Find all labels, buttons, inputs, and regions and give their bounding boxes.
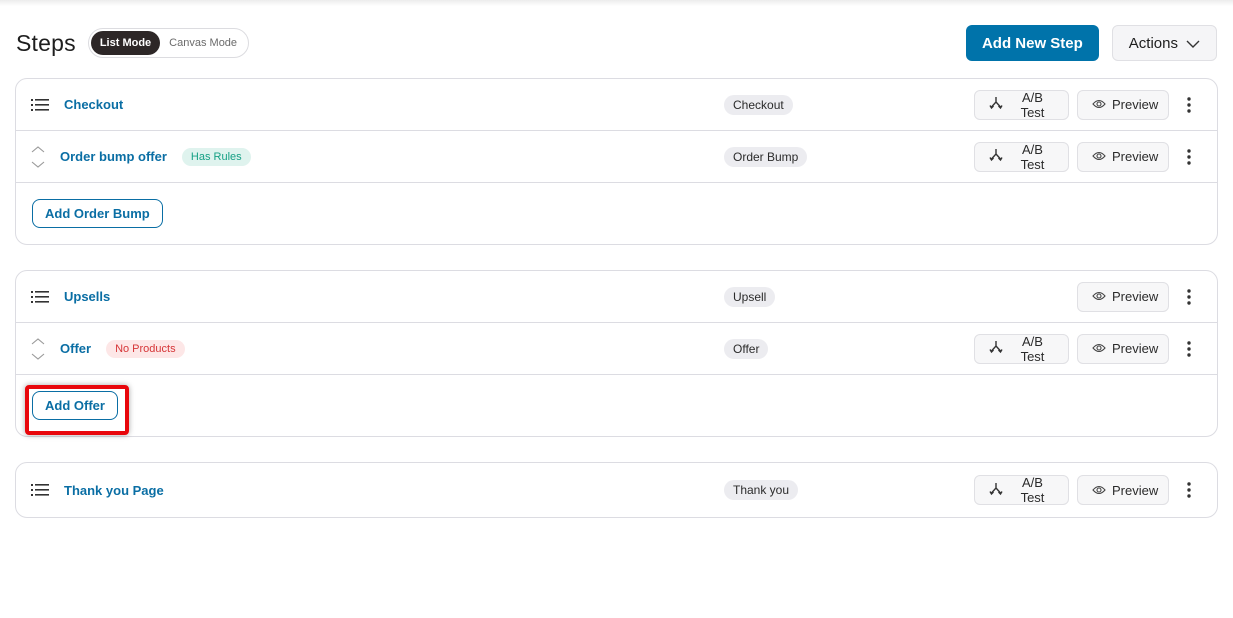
add-row: Add Offer — [16, 375, 1217, 436]
step-type-pill: Thank you — [724, 480, 799, 500]
step-row-thank-you: Thank you Page Thank you A/B Test Previe… — [16, 463, 1217, 517]
preview-button[interactable]: Preview — [1077, 141, 1169, 172]
actions-dropdown-button[interactable]: Actions — [1111, 25, 1217, 61]
drag-list-icon[interactable] — [16, 290, 64, 304]
page-header: Steps List Mode Canvas Mode Add New Step… — [16, 25, 1217, 61]
step-group-checkout: Checkout Checkout A/B Test Preview Order… — [15, 78, 1218, 245]
more-options-icon[interactable] — [1177, 96, 1201, 113]
list-mode-button[interactable]: List Mode — [90, 31, 161, 55]
step-group-thank-you: Thank you Page Thank you A/B Test Previe… — [15, 462, 1218, 518]
eye-icon — [1092, 289, 1106, 304]
add-new-step-button[interactable]: Add New Step — [965, 25, 1099, 61]
add-row: Add Order Bump — [16, 183, 1217, 244]
step-name-link[interactable]: Order bump offer — [60, 149, 167, 164]
split-icon — [989, 340, 1003, 357]
reorder-arrows-icon[interactable] — [16, 145, 60, 169]
preview-label: Preview — [1112, 97, 1159, 112]
more-options-icon[interactable] — [1177, 340, 1201, 357]
chevron-down-icon — [1186, 35, 1200, 52]
split-icon — [989, 96, 1003, 113]
page-title: Steps — [16, 29, 76, 56]
preview-label: Preview — [1112, 341, 1159, 356]
ab-test-label: A/B Test — [1020, 333, 1045, 364]
step-row-upsells: Upsells Upsell Preview — [16, 271, 1217, 323]
drag-list-icon[interactable] — [16, 98, 64, 112]
preview-button[interactable]: Preview — [1077, 281, 1169, 312]
preview-button[interactable]: Preview — [1077, 333, 1169, 364]
more-options-icon[interactable] — [1177, 288, 1201, 305]
split-icon — [989, 482, 1003, 499]
ab-test-label: A/B Test — [1020, 141, 1045, 172]
canvas-mode-button[interactable]: Canvas Mode — [160, 31, 246, 55]
actions-label: Actions — [1128, 34, 1178, 52]
ab-test-button[interactable]: A/B Test — [974, 141, 1069, 172]
drag-list-icon[interactable] — [16, 483, 64, 497]
step-row-offer: Offer No Products Offer A/B Test Preview — [16, 323, 1217, 375]
step-name-link[interactable]: Checkout — [64, 97, 123, 112]
add-offer-button[interactable]: Add Offer — [32, 391, 118, 420]
top-shadow — [0, 0, 1233, 6]
ab-test-button[interactable]: A/B Test — [974, 475, 1069, 505]
preview-button[interactable]: Preview — [1077, 475, 1169, 505]
reorder-arrows-icon[interactable] — [16, 337, 60, 361]
preview-button[interactable]: Preview — [1077, 89, 1169, 120]
more-options-icon[interactable] — [1177, 482, 1201, 498]
ab-test-label: A/B Test — [1020, 475, 1045, 505]
eye-icon — [1092, 97, 1106, 112]
split-icon — [989, 148, 1003, 165]
eye-icon — [1092, 483, 1106, 498]
step-row-checkout: Checkout Checkout A/B Test Preview — [16, 79, 1217, 131]
step-row-order-bump: Order bump offer Has Rules Order Bump A/… — [16, 131, 1217, 183]
more-options-icon[interactable] — [1177, 148, 1201, 165]
no-products-badge: No Products — [106, 339, 185, 358]
step-type-pill: Order Bump — [724, 146, 808, 167]
eye-icon — [1092, 149, 1106, 164]
step-type-pill: Offer — [724, 338, 769, 359]
step-name-link[interactable]: Offer — [60, 341, 91, 356]
preview-label: Preview — [1112, 289, 1159, 304]
step-name-link[interactable]: Upsells — [64, 289, 110, 304]
ab-test-button[interactable]: A/B Test — [974, 89, 1069, 120]
eye-icon — [1092, 341, 1106, 356]
has-rules-badge: Has Rules — [181, 147, 251, 166]
step-group-upsells: Upsells Upsell Preview Offer No Products… — [15, 270, 1218, 437]
preview-label: Preview — [1112, 149, 1159, 164]
ab-test-label: A/B Test — [1020, 89, 1045, 120]
step-name-link[interactable]: Thank you Page — [64, 483, 164, 498]
step-type-pill: Upsell — [724, 286, 776, 307]
add-order-bump-button[interactable]: Add Order Bump — [32, 199, 163, 228]
preview-label: Preview — [1112, 482, 1159, 498]
view-mode-toggle: List Mode Canvas Mode — [87, 28, 250, 58]
step-type-pill: Checkout — [724, 94, 793, 115]
ab-test-button[interactable]: A/B Test — [974, 333, 1069, 364]
